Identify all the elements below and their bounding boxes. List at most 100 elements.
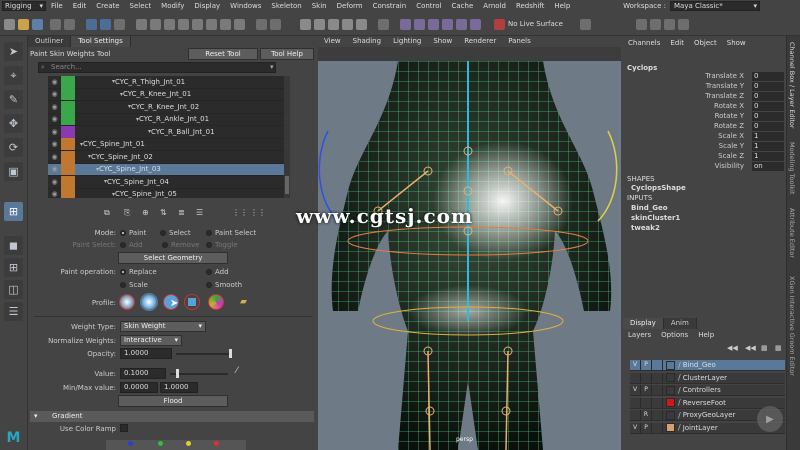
shape-name[interactable]: CyclopsShape [631, 184, 686, 192]
value-slider-knob[interactable] [175, 369, 179, 378]
profile-soft-brush-icon[interactable] [140, 293, 158, 311]
redshift-render-icon[interactable] [470, 19, 481, 30]
expand-triangle-icon[interactable]: ▾ [112, 78, 115, 85]
select-by-render-icon[interactable] [220, 19, 231, 30]
input-tweak[interactable]: tweak2 [631, 224, 660, 232]
lock-icon[interactable]: ◉ [48, 165, 61, 173]
cb-menu-object[interactable]: Object [689, 39, 722, 47]
attribute-row[interactable]: Rotate Y 0 [623, 112, 786, 122]
layer-color-swatch[interactable] [666, 398, 675, 407]
ipr-render-icon[interactable] [414, 19, 425, 30]
joint-search-input[interactable]: ⌕ Search... [38, 62, 276, 73]
layer-playback-toggle[interactable]: P [641, 385, 652, 395]
layer-display-type-toggle[interactable] [652, 410, 663, 420]
menu-help[interactable]: Help [549, 2, 575, 10]
menu-control[interactable]: Control [411, 2, 446, 10]
select-by-curve-icon[interactable] [164, 19, 175, 30]
layer-visibility-toggle[interactable]: V [630, 422, 641, 433]
paste-weights-icon[interactable]: ⎘ [124, 208, 130, 218]
select-hierarchy-icon[interactable] [86, 19, 97, 30]
select-by-misc-icon[interactable] [234, 19, 245, 30]
value-slider-track[interactable] [170, 373, 228, 375]
scale-tool-icon[interactable]: ▣ [4, 162, 23, 181]
influence-color-swatch[interactable] [61, 150, 75, 163]
paint-select-remove-radio[interactable]: Remove [162, 241, 199, 249]
snap-curve-icon[interactable] [314, 19, 325, 30]
tab-display-layers[interactable]: Display [623, 318, 664, 329]
attribute-value[interactable]: 0 [752, 92, 784, 101]
vp-menu-view[interactable]: View [318, 36, 347, 47]
paint-op-scale-radio[interactable]: Scale [120, 281, 148, 289]
influence-list-scrollbar[interactable] [284, 76, 290, 198]
attribute-value[interactable]: 1 [752, 132, 784, 141]
render-icon[interactable] [400, 19, 411, 30]
layer-color-swatch[interactable] [666, 385, 675, 395]
cb-menu-show[interactable]: Show [722, 39, 751, 47]
render-settings-icon[interactable] [428, 19, 439, 30]
lock-icon[interactable]: ◉ [48, 153, 61, 161]
menu-skeleton[interactable]: Skeleton [266, 2, 306, 10]
snap-point-icon[interactable] [328, 19, 339, 30]
menu-skin[interactable]: Skin [307, 2, 332, 10]
menu-windows[interactable]: Windows [225, 2, 266, 10]
influence-row[interactable]: ◉ CYC_R_Thigh_Jnt_01 ▾ [48, 76, 284, 89]
tab-tool-settings[interactable]: Tool Settings [71, 36, 131, 47]
influence-color-swatch[interactable] [61, 138, 75, 151]
influence-color-swatch[interactable] [61, 100, 75, 113]
layer-visibility-toggle[interactable] [630, 410, 641, 420]
expand-triangle-icon[interactable]: ▾ [88, 153, 91, 160]
profile-square-brush-icon[interactable] [184, 294, 200, 310]
layer-visibility-toggle[interactable]: V [630, 385, 641, 395]
attribute-row[interactable]: Visibility on [623, 162, 786, 172]
attribute-row[interactable]: Rotate X 0 [623, 102, 786, 112]
last-tool-icon[interactable]: ⊞ [4, 202, 23, 221]
menu-edit[interactable]: Edit [68, 2, 92, 10]
color-ramp-strip[interactable] [106, 440, 246, 450]
expand-triangle-icon[interactable]: ▾ [148, 128, 151, 135]
make-live-icon[interactable] [356, 19, 367, 30]
vp-menu-shading[interactable]: Shading [347, 36, 387, 47]
attribute-value[interactable]: 0 [752, 82, 784, 91]
menu-modify[interactable]: Modify [156, 2, 189, 10]
tab-outliner[interactable]: Outliner [28, 36, 72, 47]
paint-op-add-radio[interactable]: Add [206, 268, 229, 276]
input-bind-geo[interactable]: Bind_Geo [631, 204, 668, 212]
max-value-field[interactable]: 1.0000 [160, 382, 198, 393]
cb-menu-channels[interactable]: Channels [623, 39, 665, 47]
move-layer-down-icon[interactable]: ◀◀ [745, 344, 756, 352]
attribute-row[interactable]: Scale Y 1 [623, 142, 786, 152]
folder-icon[interactable]: ▰ [240, 297, 247, 307]
input-skin-cluster[interactable]: skinCluster1 [631, 214, 680, 222]
expand-triangle-icon[interactable]: ▾ [112, 191, 115, 198]
vp-menu-lighting[interactable]: Lighting [387, 36, 427, 47]
lock-selection-icon[interactable] [256, 19, 267, 30]
ramp-key-yellow-icon[interactable] [186, 441, 191, 446]
outliner-layout-icon[interactable]: ☰ [4, 302, 23, 321]
layer-color-swatch[interactable] [666, 360, 675, 370]
opacity-slider-knob[interactable] [229, 349, 232, 358]
influence-color-swatch[interactable] [61, 175, 75, 188]
workspace-dropdown[interactable]: Maya Classic* ▾ [670, 1, 760, 11]
layer-display-type-toggle[interactable] [652, 397, 663, 408]
four-view-layout-icon[interactable]: ⊞ [4, 258, 23, 277]
menu-constrain[interactable]: Constrain [368, 2, 412, 10]
menu-cache[interactable]: Cache [447, 2, 479, 10]
new-layer-selected-icon[interactable]: ▦ [775, 344, 782, 352]
opacity-field[interactable]: 1.0000 [120, 348, 172, 359]
attribute-row[interactable]: Rotate Z 0 [623, 122, 786, 132]
layer-playback-toggle[interactable]: R [641, 410, 652, 420]
vtab-channel-box[interactable]: Channel Box / Layer Editor [788, 42, 796, 129]
eyedropper-icon[interactable]: ⁄ [236, 366, 238, 376]
tool-help-button[interactable]: Tool Help [260, 48, 314, 60]
paint-select-tool-icon[interactable]: ✎ [4, 90, 23, 109]
select-by-handle-icon[interactable] [136, 19, 147, 30]
tab-anim-layers[interactable]: Anim [663, 318, 697, 329]
select-component-icon[interactable] [114, 19, 125, 30]
influence-row[interactable]: ◉ CYC_R_Ball_Jnt_01 ▾ [48, 125, 284, 139]
layer-color-swatch[interactable] [666, 373, 675, 382]
snap-view-plane-icon[interactable] [342, 19, 353, 30]
influence-color-swatch[interactable] [61, 125, 75, 138]
attribute-row[interactable]: Scale Z 1 [623, 152, 786, 162]
mode-select-radio[interactable]: Select [160, 229, 191, 237]
snap-grid-icon[interactable] [300, 19, 311, 30]
